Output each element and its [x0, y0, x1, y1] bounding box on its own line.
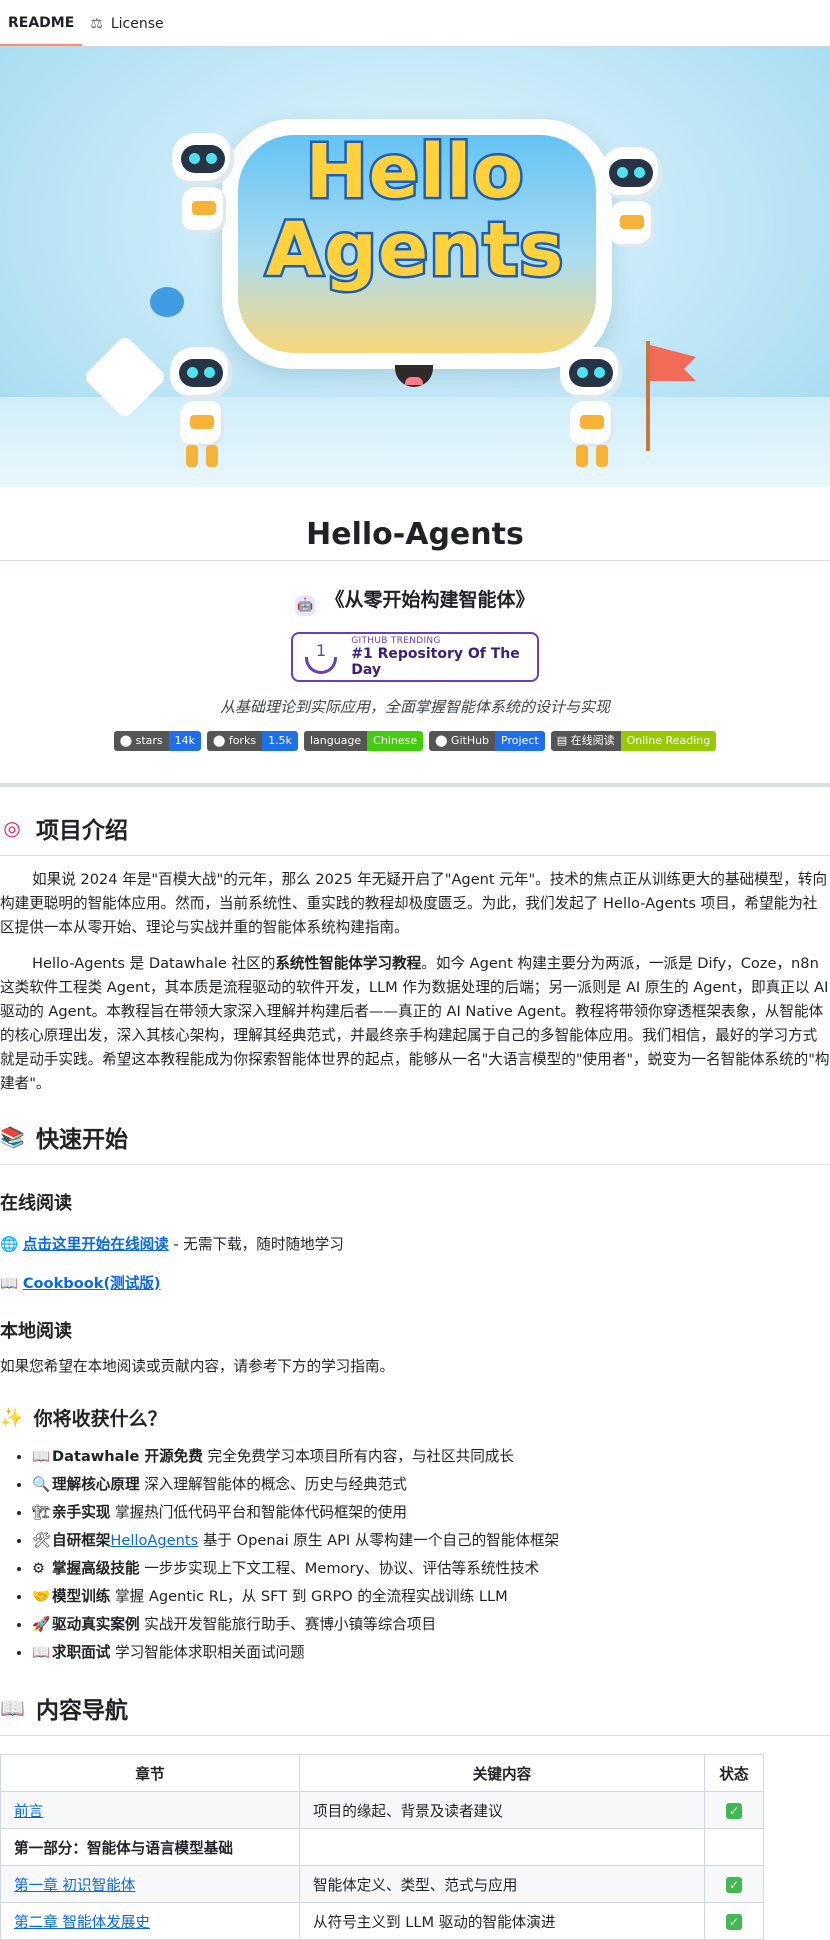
book-icon: 📖	[0, 1275, 19, 1292]
header-content: 关键内容	[299, 1754, 705, 1792]
target-icon: ◎	[3, 816, 21, 840]
local-reading-text: 如果您希望在本地阅读或贡献内容，请参考下方的学习指南。	[0, 1358, 395, 1375]
badge-stars[interactable]: ⬤ stars 14k	[113, 731, 202, 751]
trending-big: #1 Repository Of The Day	[351, 646, 520, 678]
list-item: 🔍理解核心原理 深入理解智能体的概念、历史与经典范式	[32, 1471, 830, 1499]
online-reading-line: 🌐 点击这里开始在线阅读 - 无需下载，随时随地学习	[0, 1233, 830, 1254]
chapter-content: 项目的缘起、背景及读者建议	[299, 1791, 705, 1829]
robot-emoji-icon: 🤖	[295, 596, 316, 616]
book-icon: 📖	[32, 1644, 51, 1661]
gains-heading: ✨ 你将收获什么？	[0, 1404, 830, 1431]
gear-icon: ⚙	[32, 1560, 46, 1577]
badge-github-project[interactable]: ⬤ GitHub Project	[429, 731, 545, 751]
chapter-link[interactable]: 前言	[14, 1803, 43, 1820]
flag-icon	[646, 341, 696, 451]
construction-icon: 🏗	[32, 1504, 51, 1521]
navigation-heading: 📖 内容导航	[0, 1691, 830, 1736]
list-item: 🏗亲手实现 掌握热门低代码平台和智能体代码框架的使用	[32, 1499, 830, 1527]
chat-dot-icon	[150, 287, 184, 317]
scale-icon: ⚖	[90, 16, 103, 32]
quickstart-heading: 📚 快速开始	[0, 1120, 830, 1165]
gains-list: 📖Datawhale 开源免费 完全免费学习本项目所有内容，与社区共同成长 🔍理…	[0, 1443, 830, 1667]
list-item: 🚀驱动真实案例 实战开发智能旅行助手、赛博小镇等综合项目	[32, 1611, 830, 1639]
tab-readme-label: README	[8, 15, 75, 31]
navigation-heading-text: 内容导航	[36, 1698, 128, 1724]
smile-face	[395, 365, 433, 387]
cookbook-link[interactable]: Cookbook(测试版)	[23, 1275, 161, 1292]
badge-online-reading[interactable]: ▤ 在线阅读 Online Reading	[550, 731, 717, 751]
part-title: 第一部分：智能体与语言模型基础	[14, 1839, 233, 1857]
online-reading-link[interactable]: 点击这里开始在线阅读	[23, 1236, 169, 1253]
chapter-link[interactable]: 第二章 智能体发展史	[14, 1914, 150, 1931]
page-title: Hello-Agents	[0, 487, 830, 561]
online-reading-heading: 在线阅读	[0, 1193, 72, 1214]
chapter-content: 智能体定义、类型、范式与应用	[299, 1865, 705, 1903]
online-reading-suffix: - 无需下载，随时随地学习	[168, 1236, 344, 1253]
tab-license[interactable]: ⚖ License	[82, 2, 171, 46]
hero-banner: Hello Agents	[0, 47, 830, 487]
list-item: 🤝模型训练 掌握 Agentic RL，从 SFT 到 GRPO 的全流程实战训…	[32, 1583, 830, 1611]
cookbook-line: 📖 Cookbook(测试版)	[0, 1272, 830, 1293]
list-item: 📖Datawhale 开源免费 完全免费学习本项目所有内容，与社区共同成长	[32, 1443, 830, 1471]
header-status: 状态	[704, 1754, 764, 1792]
books-icon: 📚	[0, 1125, 25, 1149]
globe-icon: 🌐	[0, 1236, 19, 1253]
handshake-icon: 🤝	[32, 1588, 51, 1605]
tagline: 从基础理论到实际应用，全面掌握智能体系统的设计与实现	[219, 698, 610, 716]
badge-language[interactable]: language Chinese	[303, 731, 424, 751]
magnifier-icon: 🔍	[32, 1476, 51, 1493]
table-header-row: 章节 关键内容 状态	[0, 1754, 764, 1792]
intro-paragraph-2: Hello-Agents 是 Datawhale 社区的系统性智能体学习教程。如…	[0, 955, 830, 1092]
chapter-link[interactable]: 第一章 初识智能体	[14, 1877, 135, 1894]
intro-paragraph-1: 如果说 2024 年是"百模大战"的元年，那么 2025 年无疑开启了"Agen…	[0, 871, 828, 936]
trending-rank: 1	[316, 641, 327, 660]
trending-small: GITHUB TRENDING	[351, 636, 441, 646]
chapter-content: 从符号主义到 LLM 驱动的智能体演进	[299, 1902, 705, 1940]
tab-license-label: License	[110, 16, 164, 32]
book-subtitle: 🤖 《从零开始构建智能体》	[0, 585, 830, 616]
content-table: 章节 关键内容 状态 前言 项目的缘起、背景及读者建议 ✓ 第一部分：智能体与语…	[0, 1754, 764, 1940]
list-item: 📖求职面试 学习智能体求职相关面试问题	[32, 1639, 830, 1667]
badge-forks[interactable]: ⬤ forks 1.5k	[207, 731, 298, 751]
trending-text: GITHUB TRENDING #1 Repository Of The Day	[351, 636, 537, 678]
trending-badge[interactable]: 1 GITHUB TRENDING #1 Repository Of The D…	[291, 632, 539, 682]
open-book-icon: 📖	[0, 1696, 25, 1720]
sparkles-icon: ✨	[0, 1407, 24, 1429]
intro-heading-text: 项目介绍	[36, 818, 128, 844]
quickstart-heading-text: 快速开始	[36, 1127, 128, 1153]
table-row: 第一部分：智能体与语言模型基础	[0, 1828, 764, 1866]
helloagents-link[interactable]: HelloAgents	[110, 1532, 198, 1549]
check-icon: ✓	[726, 1913, 742, 1930]
book-icon: 📖	[32, 1448, 51, 1465]
check-icon: ✓	[726, 1802, 742, 1819]
tab-bar: README ⚖ License	[0, 0, 830, 47]
check-icon: ✓	[726, 1876, 742, 1893]
list-item: ⚙掌握高级技能 一步步实现上下文工程、Memory、协议、评估等系统性技术	[32, 1555, 830, 1583]
table-row: 前言 项目的缘起、背景及读者建议 ✓	[0, 1791, 764, 1829]
badge-row: ⬤ stars 14k ⬤ forks 1.5k language Chinese ⬤…	[0, 731, 830, 751]
laurel-icon: 1	[301, 640, 341, 674]
list-item: 🛠自研框架HelloAgents 基于 Openai 原生 API 从零构建一个…	[32, 1527, 830, 1555]
gains-heading-text: 你将收获什么？	[33, 1408, 167, 1430]
section-divider	[0, 783, 830, 787]
table-row: 第一章 初识智能体 智能体定义、类型、范式与应用 ✓	[0, 1865, 764, 1903]
book-subtitle-text: 《从零开始构建智能体》	[325, 589, 535, 611]
rocket-icon: 🚀	[32, 1616, 51, 1633]
tab-readme[interactable]: README	[0, 2, 83, 46]
hero-word-hello: Hello	[303, 127, 526, 218]
table-row: 第二章 智能体发展史 从符号主义到 LLM 驱动的智能体演进 ✓	[0, 1902, 764, 1940]
hero-word-agents: Agents	[263, 205, 566, 296]
local-reading-heading: 本地阅读	[0, 1321, 72, 1342]
chapter-content	[299, 1828, 705, 1866]
tools-icon: 🛠	[32, 1532, 51, 1549]
intro-heading: ◎ 项目介绍	[0, 811, 830, 856]
header-chapter: 章节	[0, 1754, 300, 1792]
